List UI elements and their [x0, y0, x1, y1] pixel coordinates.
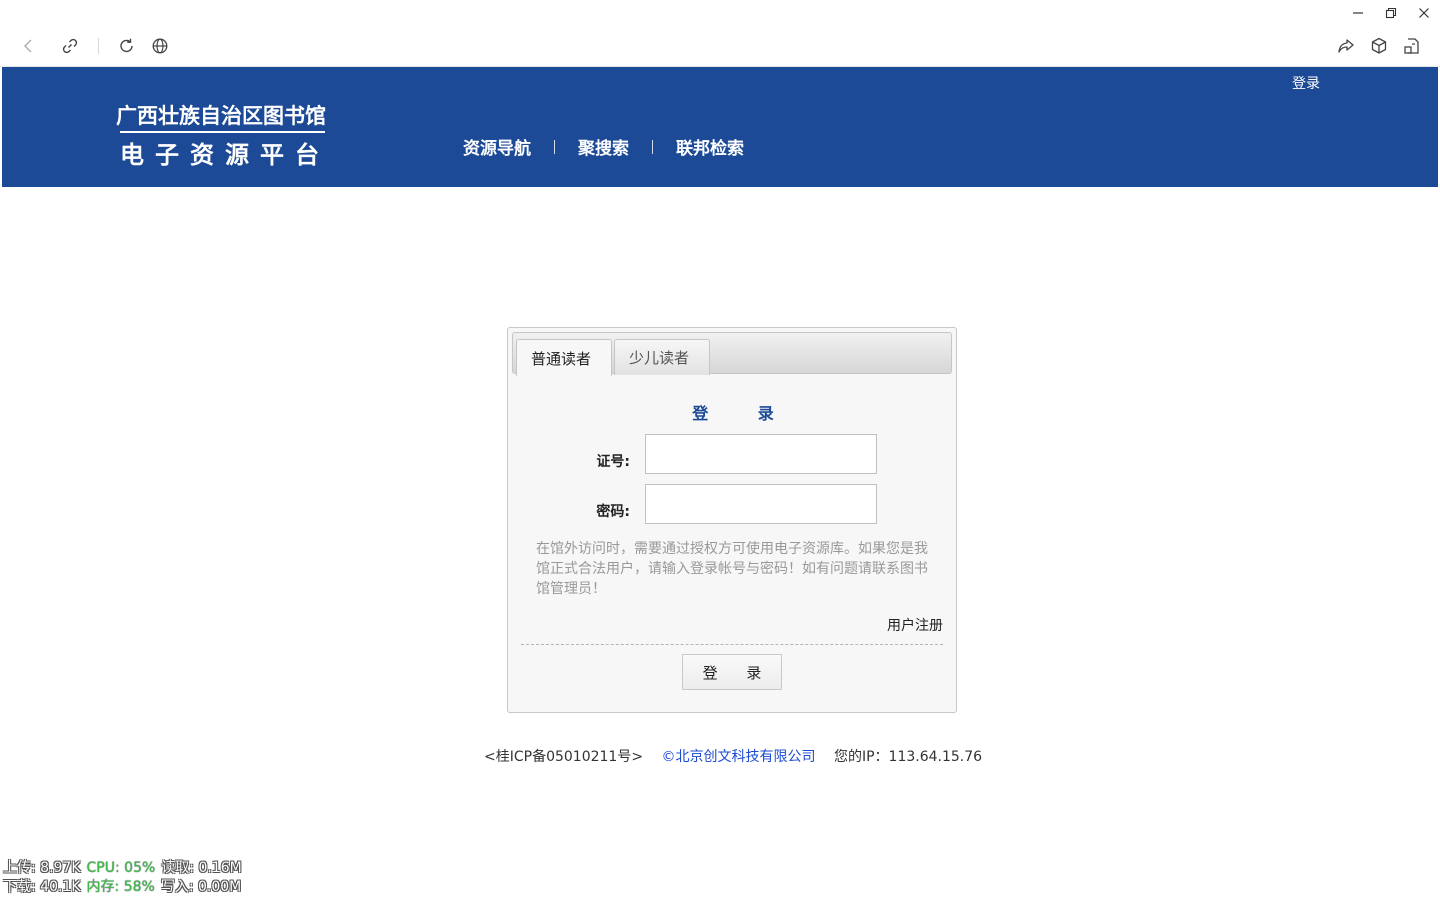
form-divider	[521, 644, 943, 645]
restore-icon[interactable]	[1379, 4, 1403, 22]
icp-record: <桂ICP备05010211号>	[484, 749, 644, 765]
register-link[interactable]: 用户注册	[887, 615, 943, 635]
reload-icon[interactable]	[115, 34, 139, 58]
nav-divider	[652, 139, 653, 154]
minimize-icon[interactable]	[1346, 4, 1370, 22]
tab-child-reader[interactable]: 少儿读者	[614, 339, 710, 375]
login-submit-button[interactable]: 登 录	[682, 654, 782, 690]
logo-title[interactable]: 广西壮族自治区图书馆	[116, 100, 326, 130]
page-footer: <桂ICP备05010211号> ©北京创文科技有限公司 您的IP：113.64…	[484, 746, 982, 766]
link-icon[interactable]	[58, 34, 82, 58]
close-icon[interactable]	[1412, 4, 1436, 22]
company-link[interactable]: ©北京创文科技有限公司	[662, 749, 816, 765]
tab-regular-reader[interactable]: 普通读者	[516, 339, 612, 376]
toolbar-separator	[98, 38, 99, 54]
site-header: 广西壮族自治区图书馆 电子资源平台 登录 资源导航 聚搜索 联邦检索	[2, 67, 1438, 187]
globe-icon[interactable]	[148, 34, 172, 58]
download-speed: 下载: 40.1K	[3, 879, 81, 895]
upload-speed: 上传: 8.97K	[3, 860, 81, 876]
3d-box-icon[interactable]	[1367, 34, 1391, 58]
login-tab-bar: 普通读者 少儿读者	[512, 332, 952, 376]
access-notice: 在馆外访问时，需要通过授权方可使用电子资源库。如果您是我馆正式合法用户，请输入登…	[536, 541, 928, 597]
password-label: 密码:	[596, 504, 630, 520]
login-title: 登 录	[692, 404, 796, 423]
cpu-usage: CPU: 05%	[86, 860, 156, 876]
nav-item-resource-navigation[interactable]: 资源导航	[463, 134, 531, 159]
card-number-input[interactable]	[645, 434, 877, 474]
memory-usage: 内存: 58%	[86, 879, 155, 895]
card-number-label: 证号:	[596, 454, 630, 470]
logo-subtitle[interactable]: 电子资源平台	[120, 135, 330, 170]
disk-write: 写入: 0.00M	[160, 879, 242, 895]
share-icon[interactable]	[1334, 34, 1358, 58]
disk-read: 读取: 0.16M	[161, 860, 242, 876]
nav-divider	[554, 139, 555, 154]
reader-mode-icon[interactable]	[1400, 34, 1424, 58]
login-panel: 普通读者 少儿读者 登 录 证号: 密码: 在馆外访问时，需要通过授权方可使用电…	[507, 327, 957, 713]
nav-item-aggregate-search[interactable]: 聚搜索	[578, 134, 629, 159]
logo-divider	[120, 131, 325, 133]
system-monitor-overlay: 上传: 8.97K CPU: 05% 读取: 0.16M 下载: 40.1K 内存: …	[3, 859, 242, 897]
ip-address: 您的IP：113.64.15.76	[833, 749, 983, 765]
header-login-link[interactable]: 登录	[1292, 73, 1320, 93]
browser-chrome	[0, 0, 1440, 67]
password-input[interactable]	[645, 484, 877, 524]
nav-item-federated-search[interactable]: 联邦检索	[676, 134, 744, 159]
main-nav: 资源导航 聚搜索 联邦检索	[463, 134, 744, 159]
back-arrow-icon[interactable]	[17, 34, 41, 58]
